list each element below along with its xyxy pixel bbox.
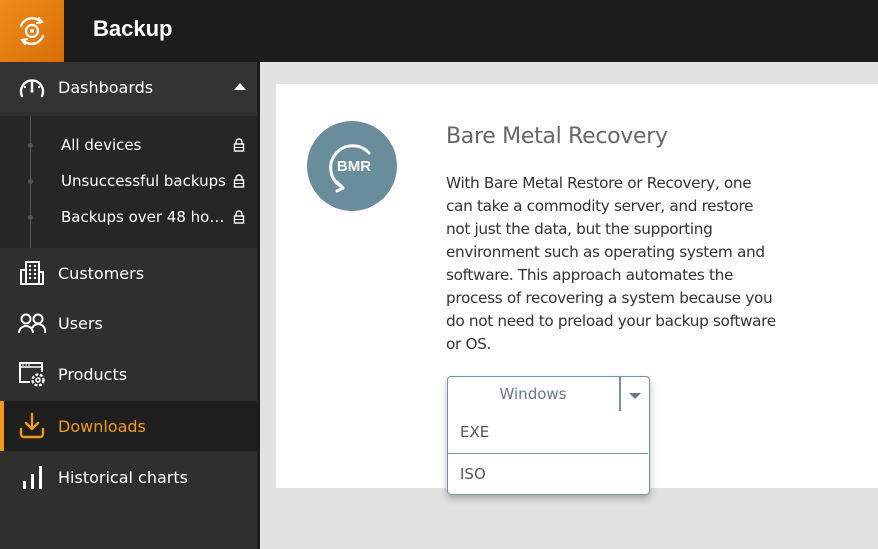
top-bar: Backup — [0, 0, 878, 62]
backup-sync-icon — [19, 17, 45, 45]
dashboards-submenu: All devices Unsuccessful backups Backups… — [0, 116, 257, 248]
content-divider — [257, 62, 260, 549]
speedometer-icon — [18, 73, 46, 101]
sidebar-item-label: Historical charts — [58, 467, 188, 487]
sidebar-subitem-unsuccessful-backups[interactable]: Unsuccessful backups — [0, 164, 257, 198]
sidebar-item-products[interactable]: Products — [0, 349, 257, 399]
sidebar-item-customers[interactable]: Customers — [0, 248, 257, 298]
dropdown-option-iso[interactable]: ISO — [448, 453, 648, 493]
active-indicator — [0, 401, 4, 451]
subitem-label: All devices — [61, 136, 142, 154]
sidebar-item-label: Customers — [58, 263, 145, 283]
tree-dot — [28, 178, 33, 184]
download-icon — [18, 412, 46, 440]
os-selected-value: Windows — [499, 385, 567, 403]
sidebar-item-label: Downloads — [58, 416, 146, 436]
app-title: Backup — [93, 16, 173, 41]
tree-dot — [28, 142, 33, 148]
sidebar-item-downloads[interactable]: Downloads — [0, 401, 257, 451]
dropdown-option-exe[interactable]: EXE — [448, 412, 648, 452]
card-title: Bare Metal Recovery — [446, 124, 668, 149]
dropdown-divider — [619, 377, 621, 411]
bar-chart-icon — [18, 463, 46, 491]
sidebar-item-label: Dashboards — [58, 77, 154, 97]
sidebar-item-label: Users — [58, 313, 103, 333]
caret-up-icon[interactable] — [234, 83, 246, 90]
users-icon — [18, 309, 46, 337]
lock-icon — [233, 138, 245, 152]
products-settings-icon — [18, 360, 46, 388]
sidebar-subitem-all-devices[interactable]: All devices — [0, 128, 257, 162]
building-icon — [18, 259, 46, 287]
bmr-icon: BMR — [307, 121, 397, 211]
sidebar-item-users[interactable]: Users — [0, 298, 257, 348]
sidebar: Dashboards All devices Unsuccessful back… — [0, 62, 257, 549]
sidebar-item-dashboards[interactable]: Dashboards — [0, 62, 257, 112]
subitem-label: Backups over 48 ho… — [61, 208, 225, 226]
os-select[interactable]: Windows — [448, 377, 648, 413]
subitem-label: Unsuccessful backups — [61, 172, 226, 190]
tree-dot — [28, 214, 33, 220]
card-description: With Bare Metal Restore or Recovery, one… — [446, 174, 776, 353]
sidebar-item-historical-charts[interactable]: Historical charts — [0, 452, 257, 502]
app-logo[interactable] — [0, 0, 64, 62]
lock-icon — [233, 174, 245, 188]
bmr-icon-label: BMR — [337, 158, 371, 175]
lock-icon — [233, 210, 245, 224]
sidebar-item-label: Products — [58, 364, 128, 384]
sidebar-subitem-backups-over-48-hours[interactable]: Backups over 48 ho… — [0, 200, 257, 234]
os-dropdown[interactable]: Windows EXE ISO — [447, 376, 650, 495]
chevron-down-icon[interactable] — [629, 393, 641, 399]
